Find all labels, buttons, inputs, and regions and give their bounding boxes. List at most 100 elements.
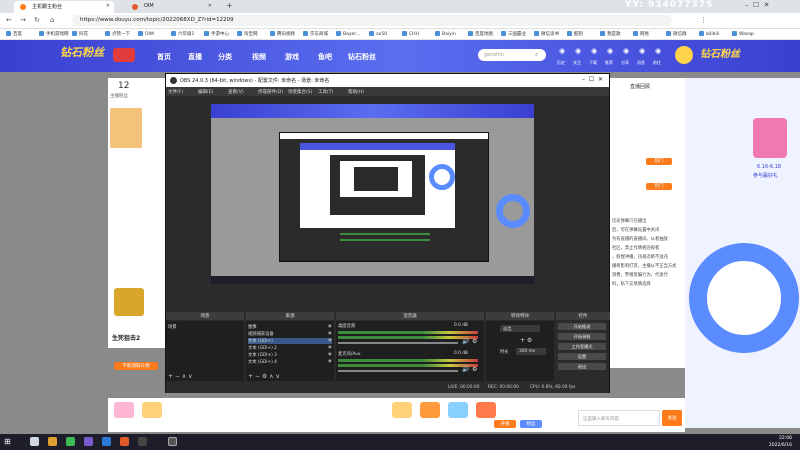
speaker-icon[interactable]: 🔊	[462, 338, 469, 345]
obs-menu-item[interactable]: 查看(V)	[228, 89, 244, 95]
search-icon[interactable]	[30, 437, 39, 446]
bookmark-item[interactable]: 微信读书	[534, 31, 559, 37]
site-nav-5[interactable]: 鱼吧	[318, 52, 332, 62]
source-toolbar-icons[interactable]: + − ⚙ ∧ ∨	[248, 373, 280, 380]
bookmark-item[interactable]: ax50	[369, 31, 387, 37]
visibility-eye-icon[interactable]: ◉	[328, 338, 332, 343]
gift-icon[interactable]	[448, 402, 468, 418]
gift-icon[interactable]	[142, 402, 162, 418]
obs-taskbar-icon[interactable]	[168, 437, 177, 446]
avatar[interactable]	[675, 46, 693, 64]
site-nav-6[interactable]: 钻石粉丝	[348, 52, 376, 62]
bookmark-item[interactable]: 手游中心	[204, 31, 229, 37]
explorer-icon[interactable]	[48, 437, 57, 446]
bookmark-item[interactable]: 酷狗	[567, 31, 583, 37]
visibility-eye-icon[interactable]: ◉	[328, 331, 332, 336]
new-tab-button[interactable]: +	[226, 1, 233, 10]
bookmark-item[interactable]: CHH	[402, 31, 419, 37]
gear-icon[interactable]: ⚙	[472, 338, 477, 345]
header-icon[interactable]: ◉	[621, 47, 631, 55]
visibility-eye-icon[interactable]: ◉	[328, 352, 332, 357]
start-broadcast-button[interactable]: 开播	[494, 420, 516, 428]
windows-start-icon[interactable]: ⊞	[4, 437, 11, 446]
bookmark-item[interactable]: Wasap	[732, 31, 754, 37]
obs-menu-item[interactable]: 编辑(E)	[198, 89, 213, 95]
header-icon[interactable]: ◉	[589, 47, 599, 55]
bookmark-item[interactable]: 京东商城	[303, 31, 328, 37]
header-icon[interactable]: ◉	[557, 47, 567, 55]
obs-preview[interactable]	[211, 104, 534, 284]
bookmark-item[interactable]: 淘宝网	[237, 31, 258, 37]
bookmark-item[interactable]: 微信群	[666, 31, 687, 37]
control-button-3[interactable]: 设置	[558, 353, 606, 360]
bookmark-item[interactable]: 百度	[6, 31, 22, 37]
home-icon[interactable]: ⌂	[50, 16, 54, 24]
gift-button[interactable]: 不能领取礼物	[114, 362, 158, 370]
source-item[interactable]: 文本 (GDI+) 4	[248, 359, 332, 365]
site-nav-1[interactable]: 直播	[188, 52, 202, 62]
bookmark-item[interactable]: bilibili	[699, 31, 719, 37]
gift-icon[interactable]	[476, 402, 496, 418]
url-input[interactable]: https://www.douyu.com/topic/2022068XD_Z?…	[72, 15, 672, 26]
obs-menu-item[interactable]: 帮助(H)	[348, 89, 364, 95]
gear-icon[interactable]: ⚙	[472, 366, 477, 373]
window-controls[interactable]: – ☐ ✕	[582, 76, 603, 83]
add-remove-transition-icons[interactable]: + ⚙	[520, 337, 532, 344]
bookmark-item[interactable]: 百度地图	[468, 31, 493, 37]
bookmark-item[interactable]: 网易	[633, 31, 649, 37]
source-item[interactable]: 图像	[248, 324, 332, 330]
gift-icon[interactable]	[420, 402, 440, 418]
forward-icon[interactable]: →	[20, 16, 26, 24]
app-icon[interactable]	[102, 437, 111, 446]
source-item[interactable]: 文本 (GDI+)	[248, 338, 332, 344]
close-icon[interactable]: ✕	[106, 3, 110, 9]
bookmark-item[interactable]: OIM	[138, 31, 154, 37]
reload-icon[interactable]: ↻	[34, 16, 40, 24]
bookmark-item[interactable]: 手机游戏网	[39, 31, 69, 37]
send-button[interactable]: 发送	[662, 410, 682, 426]
volume-slider[interactable]	[338, 370, 458, 372]
header-icon[interactable]: ◉	[637, 47, 647, 55]
bookmark-item[interactable]: 点赞一下	[105, 31, 130, 37]
source-item[interactable]: 文本 (GDI+) 2	[248, 345, 332, 351]
site-nav-0[interactable]: 首页	[157, 52, 171, 62]
chrome-icon[interactable]	[66, 437, 75, 446]
obs-menu-item[interactable]: 文件(F)	[168, 89, 183, 95]
site-nav-3[interactable]: 视频	[252, 52, 266, 62]
bookmark-item[interactable]: 三国霸业	[501, 31, 526, 37]
browser-tab[interactable]: OIM ✕	[126, 1, 216, 13]
header-icon[interactable]: ◉	[573, 47, 583, 55]
control-button-0[interactable]: 开始推流	[558, 323, 606, 330]
obs-menu-item[interactable]: 停靠部件(D)	[258, 89, 283, 95]
close-icon[interactable]: ✕	[208, 3, 212, 9]
chat-input[interactable]: 这里输入聊天内容	[578, 410, 660, 426]
app-icon[interactable]	[84, 437, 93, 446]
obs-menu-item[interactable]: 场景集合(S)	[288, 89, 312, 95]
source-item[interactable]: 视频捕获设备	[248, 331, 332, 337]
visibility-eye-icon[interactable]: ◉	[328, 345, 332, 350]
bookmark-item[interactable]: Baiyin	[435, 31, 456, 37]
scene-item[interactable]: 场景	[168, 324, 177, 330]
control-button-1[interactable]: 开始录制	[558, 333, 606, 340]
speaker-icon[interactable]: 🔊	[462, 366, 469, 373]
back-icon[interactable]: ←	[6, 16, 12, 24]
site-nav-2[interactable]: 分类	[218, 52, 232, 62]
bookmark-item[interactable]: 我是歌	[600, 31, 621, 37]
control-button-4[interactable]: 退出	[558, 363, 606, 370]
visibility-eye-icon[interactable]: ◉	[328, 324, 332, 329]
transition-select[interactable]: 淡出	[500, 325, 540, 332]
bookmark-item[interactable]: 腾讯视频	[270, 31, 295, 37]
extensions-icon[interactable]: ⋮	[700, 16, 707, 24]
bookmark-item[interactable]: 六年级1	[171, 31, 194, 37]
bookmark-item[interactable]: 同花	[72, 31, 88, 37]
header-icon[interactable]: ◉	[605, 47, 615, 55]
search-icon[interactable]: ⌕	[535, 51, 538, 59]
browser-tab-active[interactable]: 主机霸主粉丝 ✕	[14, 1, 114, 13]
streamer-avatar[interactable]	[110, 108, 142, 148]
window-controls[interactable]: – ☐ ✕	[745, 1, 770, 9]
control-button-2[interactable]: 工作室模式	[558, 343, 606, 350]
header-icon[interactable]: ◉	[653, 47, 663, 55]
fans-button[interactable]: 粉丝	[520, 420, 542, 428]
volume-slider[interactable]	[338, 342, 458, 344]
duration-input[interactable]: 300 ms	[516, 348, 546, 355]
